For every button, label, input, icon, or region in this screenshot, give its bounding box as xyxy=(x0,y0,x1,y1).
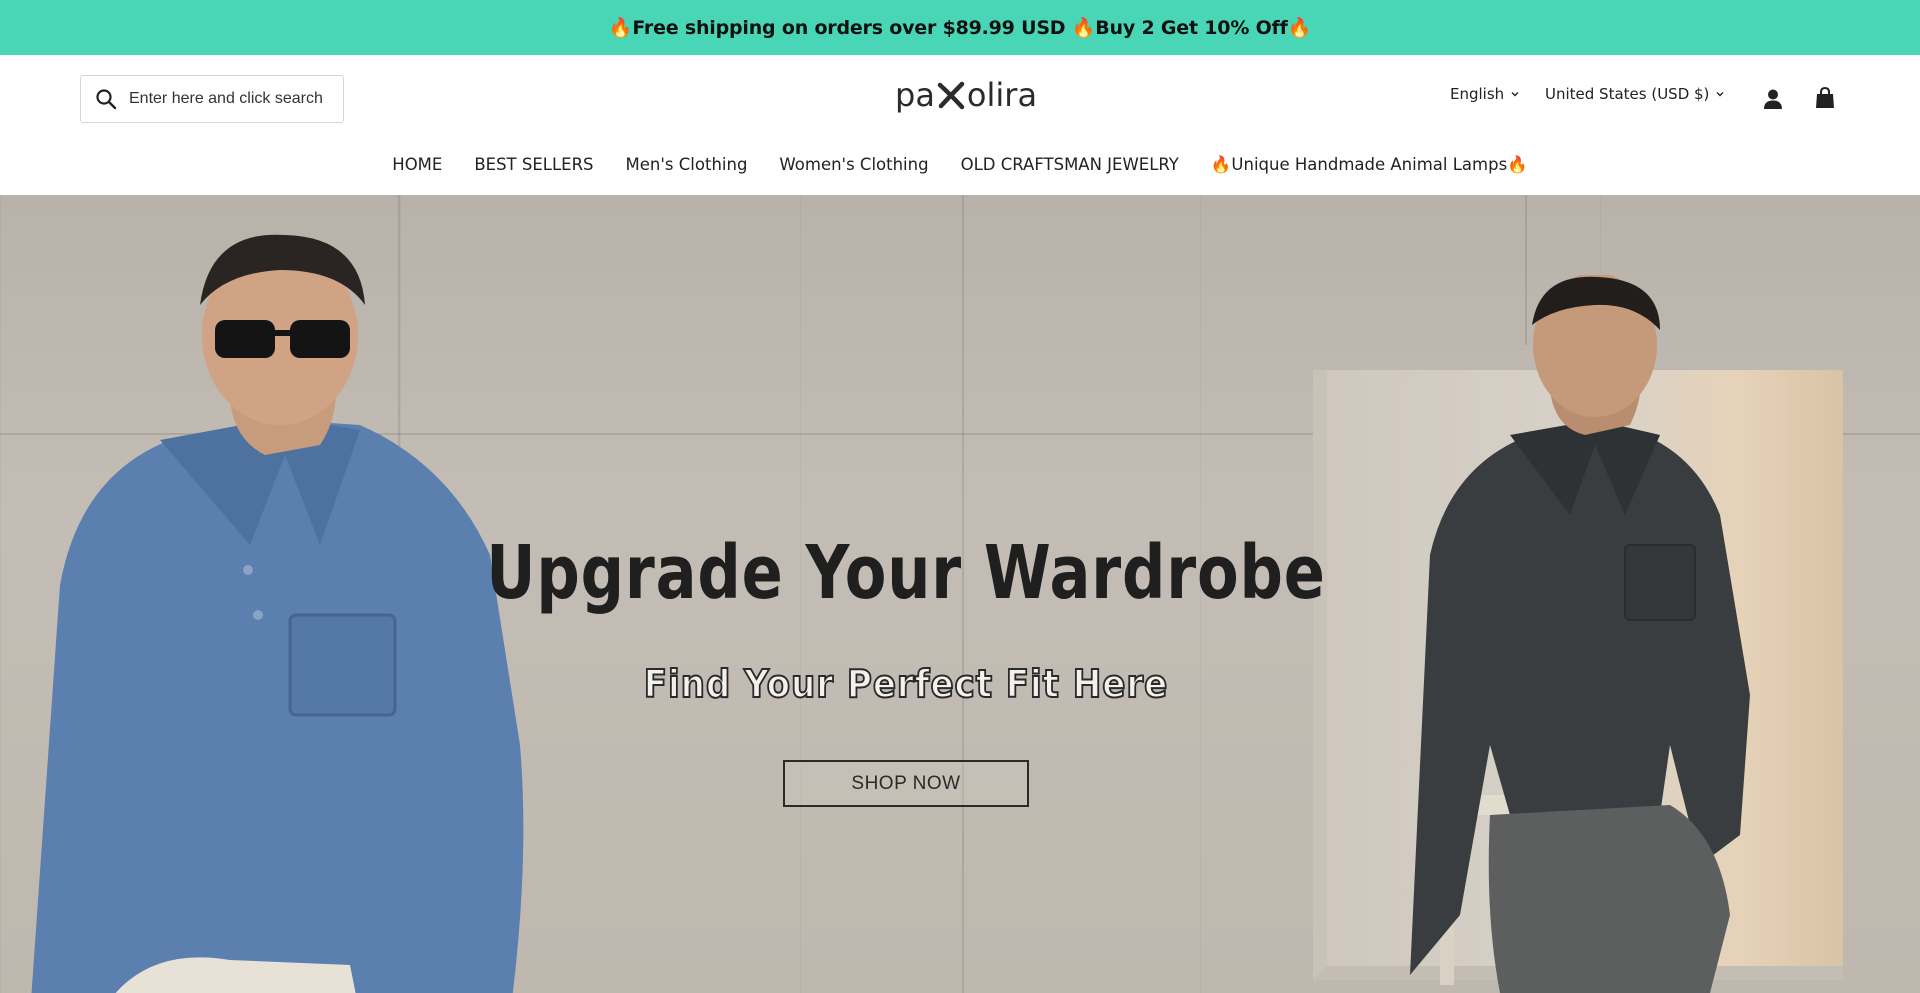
announcement-text: 🔥Free shipping on orders over $89.99 USD… xyxy=(608,17,1312,39)
nav-item-home[interactable]: HOME xyxy=(392,155,442,175)
nav-item-mens-clothing[interactable]: Men's Clothing xyxy=(626,155,748,175)
hero-subtitle: Find Your Perfect Fit Here xyxy=(643,661,1169,707)
nav-item-old-craftsman-jewelry[interactable]: OLD CRAFTSMAN JEWELRY xyxy=(961,155,1179,175)
announcement-bar: 🔥Free shipping on orders over $89.99 USD… xyxy=(0,0,1920,55)
nav-item-animal-lamps[interactable]: 🔥Unique Handmade Animal Lamps🔥 xyxy=(1211,155,1528,175)
account-icon[interactable] xyxy=(1762,88,1784,110)
chevron-down-icon xyxy=(1715,89,1725,99)
chevron-down-icon xyxy=(1510,89,1520,99)
logo-text-left: pa xyxy=(895,76,935,114)
shop-now-button[interactable]: SHOP NOW xyxy=(783,760,1029,807)
shopping-bag-icon[interactable] xyxy=(1814,86,1836,110)
currency-selector[interactable]: United States (USD $) xyxy=(1545,85,1725,103)
currency-label: United States (USD $) xyxy=(1545,85,1710,103)
hero-title: Upgrade Your Wardrobe xyxy=(486,530,1326,616)
main-navigation: HOME BEST SELLERS Men's Clothing Women's… xyxy=(0,155,1920,175)
site-header: pa olira English United States (USD $) H… xyxy=(0,55,1920,195)
site-logo[interactable]: pa olira xyxy=(895,75,1037,115)
hero-image-right-model xyxy=(1410,275,1750,993)
nav-item-best-sellers[interactable]: BEST SELLERS xyxy=(474,155,593,175)
hero-banner[interactable]: Upgrade Your Wardrobe Find Your Perfect … xyxy=(0,195,1920,993)
search-input[interactable] xyxy=(129,90,329,108)
search-box[interactable] xyxy=(80,75,344,123)
language-selector[interactable]: English xyxy=(1450,85,1520,103)
search-icon[interactable] xyxy=(95,88,117,110)
x-mark-icon xyxy=(936,80,966,110)
logo-text-right: olira xyxy=(966,76,1038,114)
language-label: English xyxy=(1450,85,1505,103)
nav-item-womens-clothing[interactable]: Women's Clothing xyxy=(779,155,928,175)
